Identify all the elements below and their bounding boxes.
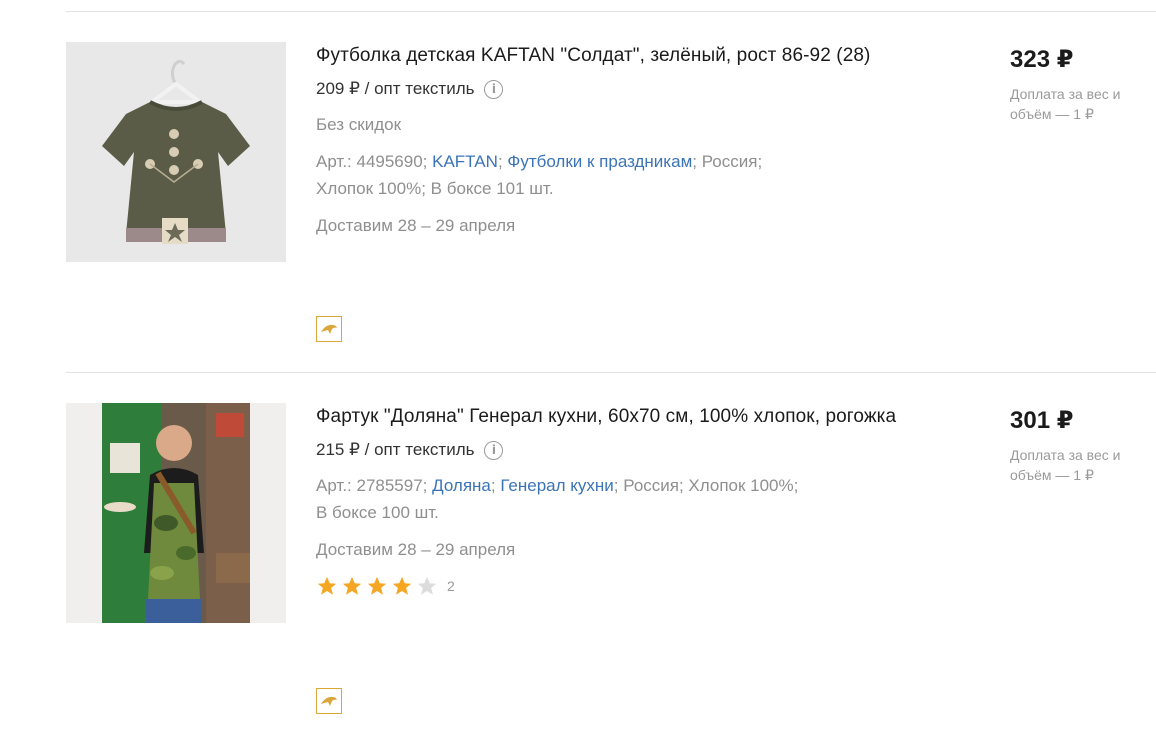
product-title[interactable]: Фартук "Доляна" Генерал кухни, 60х70 см,…	[316, 402, 916, 432]
surcharge-text: Доплата за вес и объём — 1 ₽	[1010, 447, 1121, 483]
info-icon[interactable]: i	[484, 79, 504, 99]
delivery-date: Доставим 28 – 29 апреля	[316, 216, 516, 235]
wholesale-price: 215 ₽ / опт текстиль i	[316, 438, 916, 462]
article-number: Арт.: 4495690;	[316, 152, 433, 171]
article-number: Арт.: 2785597;	[316, 476, 433, 495]
product-info: Фартук "Доляна" Генерал кухни, 60х70 см,…	[316, 403, 916, 597]
apron-photo	[66, 403, 286, 623]
wholesale-price-text: 209 ₽ / опт текстиль	[316, 79, 475, 98]
price-block: 323 ₽ Доплата за вес и объём — 1 ₽	[1010, 44, 1150, 124]
price-block: 301 ₽ Доплата за вес и объём — 1 ₽	[1010, 405, 1150, 485]
meta-line2: Хлопок 100%; В боксе 101 шт.	[316, 179, 554, 198]
product-image[interactable]	[66, 42, 286, 262]
product-info: Футболка детская KAFTAN "Солдат", зелёны…	[316, 42, 916, 239]
delivery-date: Доставим 28 – 29 апреля	[316, 540, 516, 559]
meta-line2: В боксе 100 шт.	[316, 503, 439, 522]
meta-separator: ;	[497, 152, 508, 171]
discount-text: Без скидок	[316, 115, 401, 134]
meta-separator: ;	[490, 476, 501, 495]
rating-count: 2	[447, 578, 455, 594]
product-image[interactable]	[66, 403, 286, 623]
star-filled-icon	[367, 576, 387, 595]
collection-link[interactable]: Генерал кухни	[500, 476, 613, 495]
divider	[66, 11, 1156, 12]
star-empty-icon	[417, 576, 437, 595]
surcharge-text: Доплата за вес и объём — 1 ₽	[1010, 86, 1121, 122]
wholesale-price: 209 ₽ / опт текстиль i	[316, 77, 916, 101]
star-filled-icon	[342, 576, 362, 595]
product-title[interactable]: Футболка детская KAFTAN "Солдат", зелёны…	[316, 41, 916, 71]
product-card-apron: Фартук "Доляна" Генерал кухни, 60х70 см,…	[66, 403, 1156, 732]
dolphin-icon[interactable]	[316, 688, 342, 714]
product-meta: Арт.: 4495690; KAFTAN; Футболки к праздн…	[316, 148, 916, 202]
meta-tail: ; Россия;	[692, 152, 763, 171]
divider	[66, 372, 1156, 373]
tshirt-image	[66, 42, 286, 262]
wholesale-price-text: 215 ₽ / опт текстиль	[316, 440, 475, 459]
info-icon[interactable]: i	[484, 440, 504, 460]
collection-link[interactable]: Футболки к праздникам	[507, 152, 692, 171]
product-meta: Арт.: 2785597; Доляна; Генерал кухни; Ро…	[316, 472, 916, 526]
brand-link[interactable]: KAFTAN	[432, 152, 498, 171]
product-card-tshirt: Футболка детская KAFTAN "Солдат", зелёны…	[66, 42, 1156, 403]
meta-tail: ; Россия; Хлопок 100%;	[613, 476, 799, 495]
rating[interactable]: 2	[316, 575, 916, 597]
star-filled-icon	[317, 576, 337, 595]
star-filled-icon	[392, 576, 412, 595]
price: 323 ₽	[1010, 46, 1074, 73]
product-list: Футболка детская KAFTAN "Солдат", зелёны…	[0, 0, 1156, 732]
price: 301 ₽	[1010, 407, 1074, 434]
brand-link[interactable]: Доляна	[432, 476, 491, 495]
dolphin-icon[interactable]	[316, 316, 342, 342]
